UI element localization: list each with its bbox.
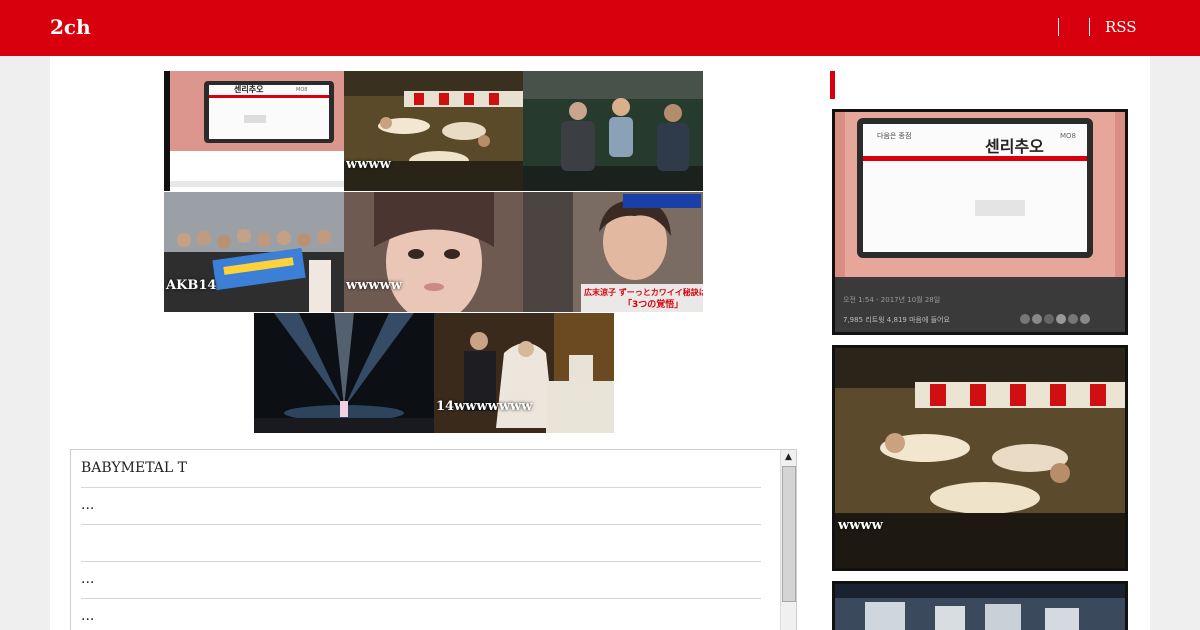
site-logo[interactable]: 2ch — [50, 14, 91, 40]
nav-separator — [1058, 18, 1059, 36]
site-header: 2ch RSS — [0, 0, 1200, 56]
sidebar-heading-accent — [830, 71, 835, 99]
sign-code-text: MO8 — [1060, 132, 1076, 140]
gallery-tile-dancers[interactable]: wwww — [344, 71, 524, 191]
gallery-tile-talkshow[interactable] — [523, 71, 703, 191]
article-list-item[interactable] — [81, 524, 761, 562]
tweet-timestamp-text: 오전 1:54 - 2017년 10월 28일 — [843, 295, 940, 304]
scroll-up-arrow-icon[interactable]: ▲ — [781, 450, 796, 465]
gallery-tile-face[interactable]: wwwww — [344, 192, 524, 312]
subway-thumbnail-image: 센리추오 MO8 — [164, 71, 344, 191]
main-content: 센리추오 MO8 wwww AKB14 wwwww 広末涼子 ずーっとカワイイ秘… — [50, 56, 1150, 630]
group-photo-thumbnail-image — [164, 192, 344, 312]
gallery-tile-tv-variety[interactable]: 広末涼子 ずーっとカワイイ秘訣は 「3つの覚悟」 — [523, 192, 703, 312]
church-thumbnail-image — [434, 313, 614, 433]
gallery-caption: 14wwwwwww — [436, 399, 533, 414]
face-thumbnail-image — [344, 192, 524, 312]
gallery-tile-church[interactable]: 14wwwwwww — [434, 313, 614, 433]
article-list-box: BABYMETAL T ... ... ... ▲ — [70, 449, 797, 630]
sign-main-text: 센리추오 — [234, 84, 264, 94]
tv-variety-thumbnail-image: 広末涼子 ずーっとカワイイ秘訣は 「3つの覚悟」 — [523, 192, 703, 312]
article-list-item[interactable]: ... — [81, 598, 761, 630]
sign-small-text: 다음은 종점 — [877, 131, 911, 140]
gallery-tile-concert[interactable] — [254, 313, 434, 433]
sidebar-card-dancers[interactable]: wwww — [832, 345, 1128, 571]
article-list-item[interactable]: ... — [81, 487, 761, 525]
article-list-scrollbar[interactable]: ▲ — [780, 450, 796, 630]
talkshow-thumbnail-image — [523, 71, 703, 191]
sidebar-card-subway[interactable]: 다음은 종점 센리추오 MO8 오전 1:54 - 2017년 10월 28일 … — [832, 109, 1128, 335]
dancers-thumbnail-image — [344, 71, 524, 191]
gallery-tile-group-photo[interactable]: AKB14 — [164, 192, 344, 312]
sidebar-stairs-image — [835, 584, 1125, 630]
rss-link[interactable]: RSS — [1105, 17, 1137, 37]
gallery-tile-subway[interactable]: 센리추오 MO8 — [164, 71, 344, 191]
tv-caption-line1: 広末涼子 ずーっとカワイイ秘訣は — [584, 287, 703, 297]
gallery-caption: wwwww — [346, 278, 402, 293]
scroll-thumb[interactable] — [782, 466, 796, 602]
sign-main-text: 센리추오 — [985, 137, 1044, 156]
sign-code-text: MO8 — [296, 87, 307, 93]
sidebar-subway-image: 다음은 종점 센리추오 MO8 오전 1:54 - 2017년 10월 28일 … — [835, 112, 1125, 332]
gallery-caption: AKB14 — [166, 278, 217, 293]
tweet-counts-text: 7,985 리트윗 4,819 마음에 들어요 — [843, 315, 950, 324]
sidebar-card-caption: wwww — [838, 518, 883, 533]
article-list-item[interactable]: ... — [81, 561, 761, 599]
sidebar-card-stairs[interactable] — [832, 581, 1128, 630]
tv-caption-line2: 「3つの覚悟」 — [623, 298, 683, 310]
nav-separator — [1089, 18, 1090, 36]
sidebar-dancers-image — [835, 348, 1125, 568]
concert-thumbnail-image — [254, 313, 434, 433]
gallery-caption: wwww — [346, 157, 391, 172]
article-list-item[interactable]: BABYMETAL T — [81, 450, 761, 488]
